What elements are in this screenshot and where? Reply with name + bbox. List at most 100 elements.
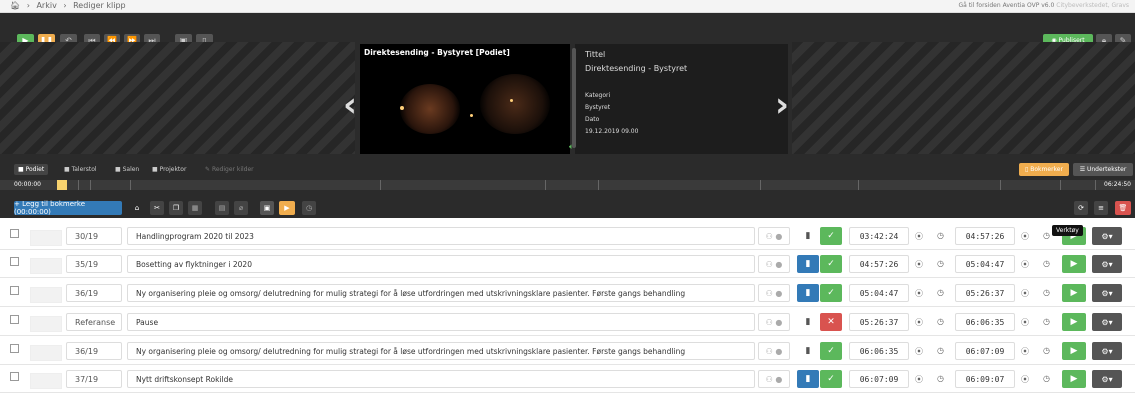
tab-talerstol[interactable]: ■ Talerstol — [64, 164, 97, 175]
table-icon[interactable]: ▤ — [215, 201, 229, 215]
link-icon[interactable]: ⌀ — [234, 201, 248, 215]
edit-sources-link[interactable]: ✎ Rediger kilder — [205, 164, 254, 175]
tools-dropdown-button[interactable]: ⚙▾ — [1092, 227, 1122, 245]
checkmark-icon[interactable]: ✓ — [820, 227, 842, 245]
document-icon[interactable]: ▣ — [260, 201, 274, 215]
tools-dropdown-button[interactable]: ⚙▾ — [1092, 313, 1122, 331]
row-case-number[interactable]: 30/19 — [66, 227, 122, 245]
clock-icon[interactable]: ◷ — [1043, 346, 1050, 355]
timeline-track[interactable] — [0, 180, 1135, 190]
chevron-right-icon[interactable]: › — [775, 85, 789, 125]
row-checkbox[interactable] — [10, 257, 19, 266]
cut-icon[interactable]: ✂ — [150, 201, 164, 215]
document-icon[interactable]: ▮ — [797, 227, 819, 245]
clock-icon[interactable]: ◷ — [937, 231, 944, 240]
menu-icon[interactable]: ≡ — [1094, 201, 1108, 215]
checkmark-icon[interactable]: ✓ — [820, 284, 842, 302]
end-time-input[interactable]: 04:57:26 — [955, 227, 1015, 245]
document-icon[interactable]: ▮ — [797, 284, 819, 302]
set-end-icon[interactable]: ⦿ — [1021, 259, 1029, 270]
tab-podiet[interactable]: ■ Podiet — [14, 164, 49, 175]
play-clip-button[interactable]: ▶ — [1062, 313, 1086, 331]
set-start-icon[interactable]: ⦿ — [915, 374, 923, 385]
tools-dropdown-button[interactable]: ⚙▾ — [1092, 255, 1122, 273]
document-icon[interactable]: ▮ — [797, 370, 819, 388]
video-preview[interactable] — [360, 44, 570, 154]
set-start-icon[interactable]: ⦿ — [915, 346, 923, 357]
row-checkbox[interactable] — [10, 229, 19, 238]
volume-icon[interactable]: 🔈︎ — [569, 142, 574, 152]
clock-icon[interactable]: ◷ — [937, 288, 944, 297]
cross-icon[interactable]: ✕ — [820, 313, 842, 331]
start-time-input[interactable]: 06:06:35 — [849, 342, 909, 360]
checkmark-icon[interactable]: ✓ — [820, 255, 842, 273]
set-start-icon[interactable]: ⦿ — [915, 288, 923, 299]
row-case-number[interactable]: 35/19 — [66, 255, 122, 273]
row-case-number[interactable]: 36/19 — [66, 342, 122, 360]
start-time-input[interactable]: 06:07:09 — [849, 370, 909, 388]
grid-icon[interactable]: ▦ — [188, 201, 202, 215]
clock-icon[interactable]: ◷ — [1043, 231, 1050, 240]
clock-icon[interactable]: ◷ — [1043, 288, 1050, 297]
checkmark-icon[interactable]: ✓ — [820, 342, 842, 360]
end-time-input[interactable]: 06:06:35 — [955, 313, 1015, 331]
start-time-input[interactable]: 03:42:24 — [849, 227, 909, 245]
product-link[interactable]: Aventia OVP v6.0 — [1003, 2, 1055, 9]
set-start-icon[interactable]: ⦿ — [915, 317, 923, 328]
end-time-input[interactable]: 05:04:47 — [955, 255, 1015, 273]
person-icon[interactable]: ⚇ ● — [758, 255, 790, 273]
person-icon[interactable]: ⚇ ● — [758, 284, 790, 302]
document-icon[interactable]: ▮ — [797, 342, 819, 360]
end-time-input[interactable]: 05:26:37 — [955, 284, 1015, 302]
row-checkbox[interactable] — [10, 372, 19, 381]
row-title[interactable]: Bosetting av flyktninger i 2020 — [127, 255, 755, 273]
play-clip-button[interactable]: ▶ — [1062, 370, 1086, 388]
person-icon[interactable]: ⚇ ● — [758, 370, 790, 388]
row-case-number[interactable]: 36/19 — [66, 284, 122, 302]
document-icon[interactable]: ▮ — [797, 255, 819, 273]
volume-slider[interactable] — [572, 48, 576, 148]
set-start-icon[interactable]: ⦿ — [915, 259, 923, 270]
row-title[interactable]: Ny organisering pleie og omsorg/ delutre… — [127, 284, 755, 302]
checkmark-icon[interactable]: ✓ — [820, 370, 842, 388]
clock-icon[interactable]: ◷ — [937, 317, 944, 326]
clock-icon[interactable]: ◷ — [1043, 259, 1050, 268]
clock-icon[interactable]: ◷ — [937, 259, 944, 268]
row-checkbox[interactable] — [10, 286, 19, 295]
set-end-icon[interactable]: ⦿ — [1021, 288, 1029, 299]
end-time-input[interactable]: 06:09:07 — [955, 370, 1015, 388]
row-title[interactable]: Ny organisering pleie og omsorg/ delutre… — [127, 342, 755, 360]
person-icon[interactable]: ⚇ ● — [758, 342, 790, 360]
tools-dropdown-button[interactable]: ⚙▾ — [1092, 342, 1122, 360]
clock-icon[interactable]: ◷ — [937, 374, 944, 383]
timeline-playhead[interactable] — [57, 180, 67, 190]
clock-icon[interactable]: ◷ — [1043, 374, 1050, 383]
set-end-icon[interactable]: ⦿ — [1021, 346, 1029, 357]
subtitles-button[interactable]: ☰ Undertekster — [1073, 163, 1133, 176]
set-end-icon[interactable]: ⦿ — [1021, 374, 1029, 385]
start-time-input[interactable]: 05:26:37 — [849, 313, 909, 331]
chevron-left-icon[interactable]: ‹ — [343, 85, 357, 125]
tools-dropdown-button[interactable]: ⚙▾ — [1092, 370, 1122, 388]
refresh-icon[interactable]: ⟳ — [1074, 201, 1088, 215]
tab-salen[interactable]: ■ Salen — [115, 164, 139, 175]
tab-projektor[interactable]: ■ Projektor — [152, 164, 186, 175]
start-time-input[interactable]: 05:04:47 — [849, 284, 909, 302]
home-icon[interactable]: 🏠︎ — [10, 1, 20, 10]
user-link[interactable]: Citybeverkstedet, Gravs — [1056, 2, 1129, 9]
play-clip-button[interactable]: ▶ — [1062, 255, 1086, 273]
set-start-icon[interactable]: ⦿ — [915, 231, 923, 242]
document-icon[interactable]: ▮ — [797, 313, 819, 331]
end-time-input[interactable]: 06:07:09 — [955, 342, 1015, 360]
person-icon[interactable]: ⚇ ● — [758, 227, 790, 245]
add-bookmark-button[interactable]: + Legg til bokmerke (00:00:00) — [14, 200, 122, 216]
tools-dropdown-button[interactable]: ⚙▾ — [1092, 284, 1122, 302]
row-title[interactable]: Handlingprogram 2020 til 2023 — [127, 227, 755, 245]
row-title[interactable]: Nytt driftskonsept Rokilde — [127, 370, 755, 388]
start-time-input[interactable]: 04:57:26 — [849, 255, 909, 273]
bookmarks-button[interactable]: ▯ Bokmerker — [1019, 163, 1069, 176]
row-case-number[interactable]: Referanse — [66, 313, 122, 331]
play-from-icon[interactable]: ▶ — [279, 201, 295, 215]
person-icon[interactable]: ⚇ ● — [758, 313, 790, 331]
row-checkbox[interactable] — [10, 344, 19, 353]
